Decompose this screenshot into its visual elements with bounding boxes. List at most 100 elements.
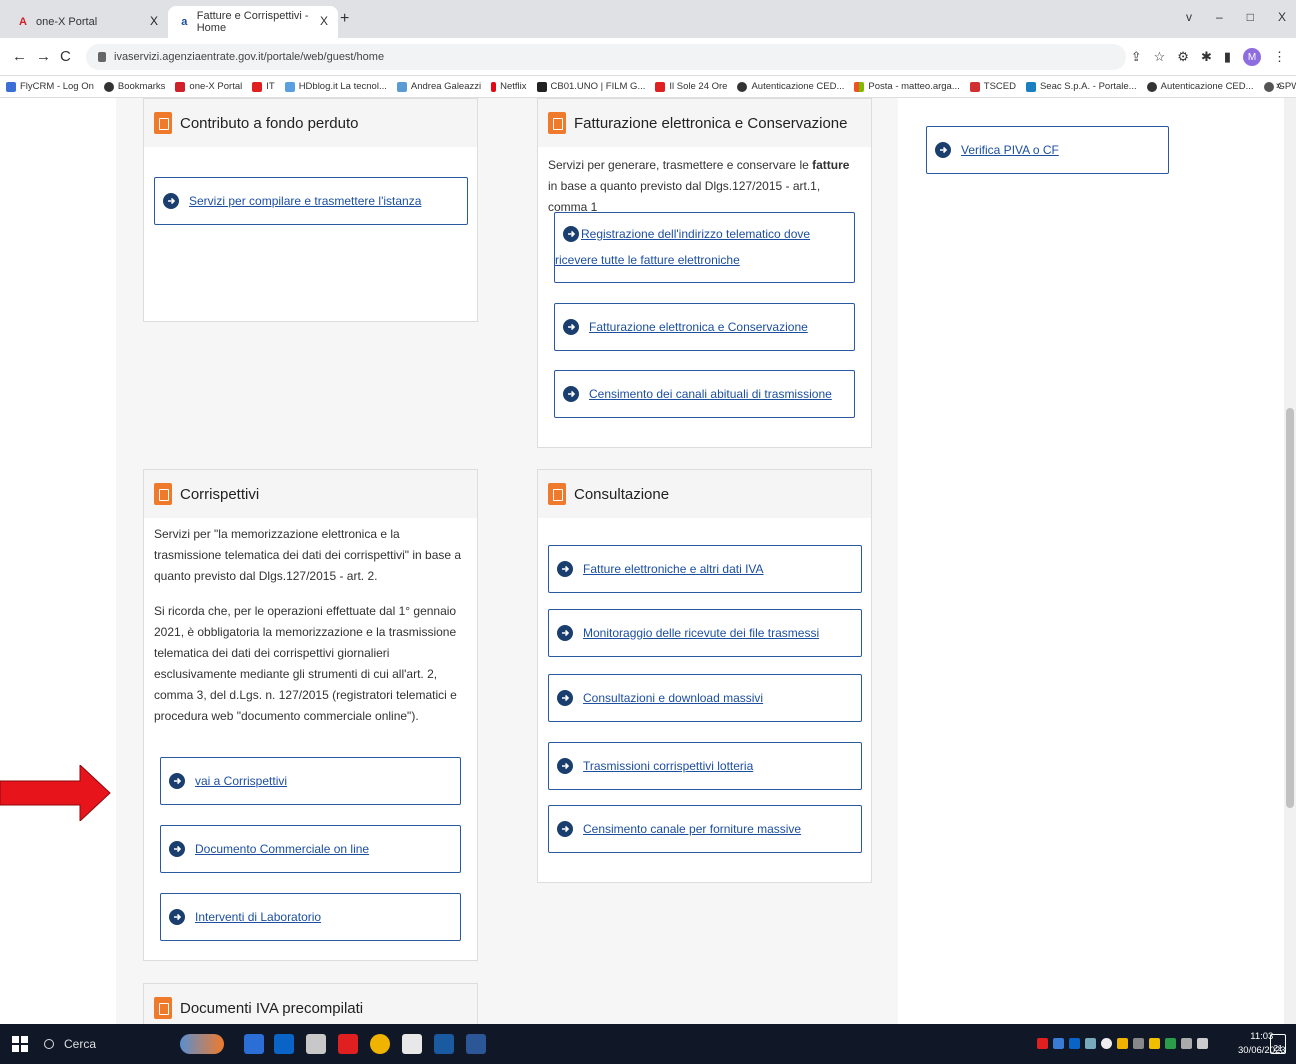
window-controls: v – □ X [1186, 10, 1286, 24]
app-icon[interactable] [434, 1034, 454, 1054]
link-text[interactable]: Trasmissioni corrispettivi lotteria [583, 753, 753, 779]
bookmark-item[interactable]: Autenticazione CED... [737, 81, 844, 92]
close-tab-icon[interactable]: X [320, 14, 328, 28]
bookmark-item[interactable]: FlyCRM - Log On [6, 81, 94, 92]
notification-center-icon[interactable]: 21 [1270, 1034, 1286, 1054]
share-icon[interactable]: ⇪ [1131, 49, 1142, 65]
tray-app-icon[interactable] [1165, 1038, 1176, 1049]
link-text[interactable]: Fatturazione elettronica e Conservazione [589, 314, 808, 340]
link-interventi-laboratorio[interactable]: Interventi di Laboratorio [160, 893, 461, 941]
word-icon[interactable] [466, 1034, 486, 1054]
calendar-icon[interactable] [306, 1034, 326, 1054]
new-tab-button[interactable]: + [340, 10, 349, 28]
link-text[interactable]: Consultazioni e download massivi [583, 685, 763, 711]
tray-app-icon[interactable] [1149, 1038, 1160, 1049]
arrow-right-circle-icon [557, 690, 573, 706]
bookmark-item[interactable]: Seac S.p.A. - Portale... [1025, 81, 1137, 92]
tray-outlook-icon[interactable] [1069, 1038, 1080, 1049]
acrobat-icon[interactable] [338, 1034, 358, 1054]
link-fatturazione-conservazione[interactable]: Fatturazione elettronica e Conservazione [554, 303, 855, 351]
bookmark-item[interactable]: Autenticazione CED... [1146, 81, 1254, 92]
cortana-widget-icon[interactable] [180, 1034, 224, 1054]
bookmark-favicon-icon [252, 81, 263, 92]
arrow-right-circle-icon [557, 561, 573, 577]
bookmark-item[interactable]: Il Sole 24 Ore [655, 81, 727, 92]
tray-app-icon[interactable] [1085, 1038, 1096, 1049]
card-consultazione: Consultazione Fatture elettroniche e alt… [537, 469, 872, 883]
page-scrollbar[interactable] [1284, 98, 1296, 1024]
bookmark-item[interactable]: TSCED [969, 81, 1016, 92]
search-icon [44, 1039, 54, 1049]
notepad-icon[interactable] [402, 1034, 422, 1054]
link-vai-corrispettivi[interactable]: vai a Corrispettivi [160, 757, 461, 805]
outlook-icon[interactable] [274, 1034, 294, 1054]
link-fatture-elettroniche-iva[interactable]: Fatture elettroniche e altri dati IVA [548, 545, 862, 593]
back-arrow-icon[interactable]: ← [12, 48, 27, 65]
bookmark-item[interactable]: Posta - matteo.arga... [854, 81, 960, 92]
puzzle-extensions-icon[interactable]: ✱ [1201, 49, 1212, 65]
link-text[interactable]: Censimento dei canali abituali di trasmi… [589, 381, 832, 407]
document-icon [154, 997, 172, 1019]
forward-arrow-icon[interactable]: → [36, 48, 51, 65]
bookmark-item[interactable]: IT [252, 81, 275, 92]
bookmarks-more-button[interactable]: » [1276, 80, 1282, 92]
card-header: Contributo a fondo perduto [144, 99, 477, 147]
close-tab-icon[interactable]: X [150, 14, 158, 28]
bookmark-item[interactable]: one-X Portal [175, 81, 242, 92]
link-verifica-piva[interactable]: Verifica PIVA o CF [926, 126, 1169, 174]
network-icon[interactable] [1181, 1038, 1192, 1049]
bookmark-star-icon[interactable]: ☆ [1154, 49, 1166, 65]
tray-mail-icon[interactable] [1053, 1038, 1064, 1049]
extension-icon[interactable]: ⚙ [1177, 49, 1189, 65]
close-window-button[interactable]: X [1278, 10, 1286, 24]
link-monitoraggio-ricevute[interactable]: Monitoraggio delle ricevute dei file tra… [548, 609, 862, 657]
link-registrazione-indirizzo[interactable]: Registrazione dell'indirizzo telematico … [554, 212, 855, 283]
scrollbar-thumb[interactable] [1286, 408, 1294, 808]
link-consultazioni-download[interactable]: Consultazioni e download massivi [548, 674, 862, 722]
bookmark-item[interactable]: Netflix [491, 81, 527, 92]
maximize-button[interactable]: □ [1247, 10, 1254, 24]
bookmark-item[interactable]: Bookmarks [103, 81, 165, 92]
avaya-logo-icon [175, 81, 186, 92]
link-servizi-istanza[interactable]: Servizi per compilare e trasmettere l'is… [154, 177, 468, 225]
chrome-icon[interactable] [370, 1034, 390, 1054]
reload-icon[interactable]: C [60, 48, 71, 65]
side-panel-icon[interactable]: ▮ [1224, 49, 1231, 65]
file-explorer-icon[interactable] [244, 1034, 264, 1054]
link-text[interactable]: Monitoraggio delle ricevute dei file tra… [583, 620, 819, 646]
profile-avatar[interactable]: M [1243, 48, 1261, 66]
link-text[interactable]: Verifica PIVA o CF [961, 137, 1059, 163]
url-input[interactable]: ivaservizi.agenziaentrate.gov.it/portale… [86, 44, 1126, 70]
link-text[interactable]: vai a Corrispettivi [195, 768, 287, 794]
bookmark-item[interactable]: CB01.UNO | FILM G... [536, 81, 645, 92]
volume-icon[interactable] [1197, 1038, 1208, 1049]
red-annotation-arrow-icon [0, 765, 111, 821]
search-placeholder: Cerca [64, 1037, 97, 1051]
tab-fatture-corrispettivi[interactable]: a Fatture e Corrispettivi - Home X [168, 6, 338, 38]
link-text[interactable]: Censimento canale per forniture massive [583, 816, 801, 842]
bookmark-item[interactable]: HDblog.it La tecnol... [284, 81, 387, 92]
taskbar-search[interactable]: Cerca [40, 1032, 160, 1056]
link-text[interactable]: Registrazione dell'indirizzo telematico … [555, 221, 845, 273]
tray-app-icon[interactable] [1037, 1038, 1048, 1049]
bookmark-favicon-icon [655, 81, 666, 92]
link-text[interactable]: Interventi di Laboratorio [195, 904, 321, 930]
link-text[interactable]: Documento Commerciale on line [195, 836, 369, 862]
link-censimento-canali[interactable]: Censimento dei canali abituali di trasmi… [554, 370, 855, 418]
tray-app-icon[interactable] [1117, 1038, 1128, 1049]
tray-app-icon[interactable] [1101, 1038, 1112, 1049]
minimize-button[interactable]: – [1216, 10, 1223, 24]
link-trasmissioni-lotteria[interactable]: Trasmissioni corrispettivi lotteria [548, 742, 862, 790]
arrow-right-circle-icon [169, 841, 185, 857]
windows-start-icon[interactable] [12, 1036, 28, 1052]
menu-dots-icon[interactable]: ⋮ [1273, 49, 1286, 65]
star-icon [103, 81, 114, 92]
tab-search-icon[interactable]: v [1186, 10, 1192, 24]
link-documento-commerciale[interactable]: Documento Commerciale on line [160, 825, 461, 873]
link-text[interactable]: Fatture elettroniche e altri dati IVA [583, 556, 764, 582]
tray-app-icon[interactable] [1133, 1038, 1144, 1049]
link-censimento-forniture[interactable]: Censimento canale per forniture massive [548, 805, 862, 853]
link-text[interactable]: Servizi per compilare e trasmettere l'is… [189, 188, 421, 214]
bookmark-item[interactable]: Andrea Galeazzi [396, 81, 481, 92]
toolbar-icons: ⇪ ☆ ⚙ ✱ ▮ M ⋮ [1131, 48, 1286, 66]
